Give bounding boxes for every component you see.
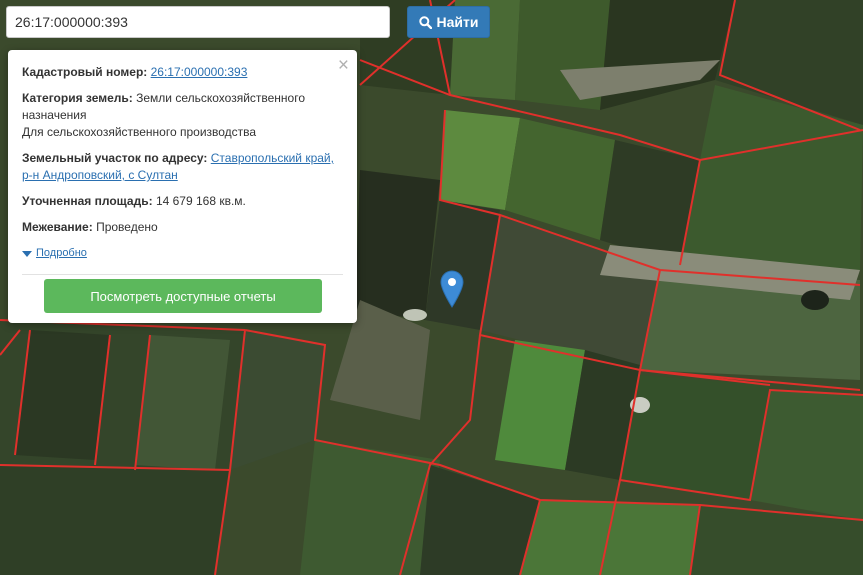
view-reports-button[interactable]: Посмотреть доступные отчеты: [44, 279, 322, 313]
view-reports-label: Посмотреть доступные отчеты: [90, 288, 276, 304]
search-icon: [418, 15, 432, 29]
search-button[interactable]: Найти: [407, 6, 490, 38]
cadastral-number-link[interactable]: 26:17:000000:393: [151, 65, 248, 79]
map-pin-icon[interactable]: [440, 270, 464, 308]
survey-value: Проведено: [96, 220, 158, 234]
caret-down-icon: [22, 250, 32, 257]
search-button-label: Найти: [436, 14, 479, 30]
area-row: Уточненная площадь: 14 679 168 кв.м.: [22, 193, 343, 210]
cadastral-number-label: Кадастровый номер:: [22, 65, 148, 79]
survey-row: Межевание: Проведено: [22, 219, 343, 236]
parcel-info-popup: × Кадастровый номер: 26:17:000000:393 Ка…: [8, 50, 357, 323]
area-value: 14 679 168 кв.м.: [155, 194, 246, 208]
details-toggle[interactable]: Подробно: [22, 245, 343, 262]
land-category-label: Категория земель:: [22, 91, 133, 105]
land-usage-value: Для сельскохозяйственного производства: [22, 125, 257, 139]
search-input[interactable]: [6, 6, 390, 38]
area-label: Уточненная площадь:: [22, 194, 153, 208]
divider: [22, 274, 343, 275]
survey-label: Межевание:: [22, 220, 93, 234]
details-link[interactable]: Подробно: [36, 245, 87, 262]
close-icon[interactable]: ×: [338, 56, 349, 75]
address-label: Земельный участок по адресу:: [22, 151, 208, 165]
land-category-row: Категория земель: Земли сельскохозяйстве…: [22, 90, 343, 141]
address-row: Земельный участок по адресу: Ставропольс…: [22, 150, 343, 184]
cadastral-number-row: Кадастровый номер: 26:17:000000:393: [22, 64, 343, 81]
